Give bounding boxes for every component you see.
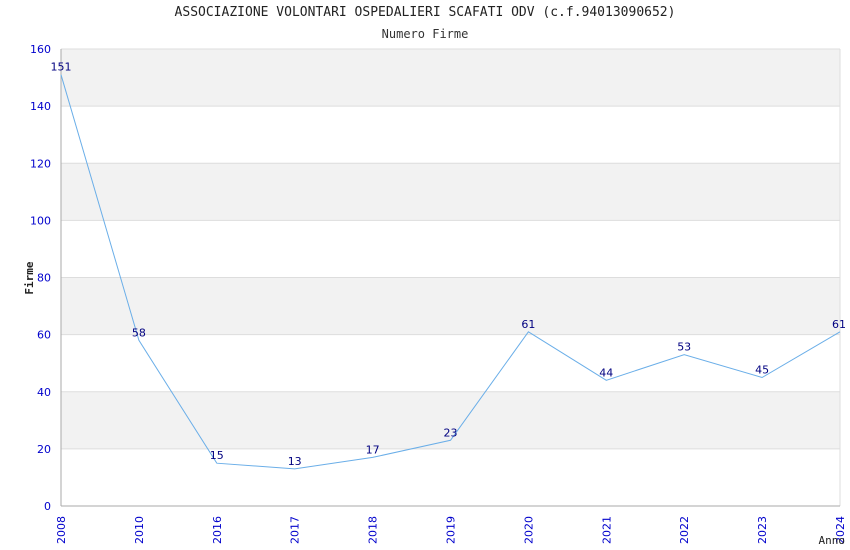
y-tick-label: 40 bbox=[37, 386, 51, 399]
y-axis-label: Firme bbox=[23, 261, 36, 294]
y-tick-label: 0 bbox=[44, 500, 51, 513]
x-tick-label: 2016 bbox=[211, 516, 224, 544]
data-label: 17 bbox=[366, 443, 380, 456]
x-tick-label: 2020 bbox=[522, 516, 535, 544]
x-axis-label: Anno bbox=[819, 534, 846, 547]
x-tick-labels: 2008 2010 2016 2017 2018 2019 2020 2021 2022 2023… bbox=[55, 516, 847, 544]
data-label: 151 bbox=[51, 61, 72, 74]
data-label: 53 bbox=[677, 341, 691, 354]
y-tick-label: 20 bbox=[37, 443, 51, 456]
y-tick-label: 140 bbox=[30, 100, 51, 113]
line-chart: 020406080100120140160 2008 2010 2016 2017 20… bbox=[23, 43, 847, 547]
background-bands bbox=[61, 49, 840, 449]
x-tick-label: 2022 bbox=[678, 516, 691, 544]
x-tick-label: 2019 bbox=[445, 516, 458, 544]
y-tick-label: 160 bbox=[30, 43, 51, 56]
grid-band bbox=[61, 163, 840, 221]
y-tick-label: 100 bbox=[30, 214, 51, 227]
data-label: 58 bbox=[132, 326, 146, 339]
x-tick-label: 2008 bbox=[55, 516, 68, 544]
grid-band bbox=[61, 277, 840, 335]
data-label: 23 bbox=[444, 426, 458, 439]
data-label: 61 bbox=[832, 318, 846, 331]
x-tick-label: 2018 bbox=[367, 516, 380, 544]
data-label: 44 bbox=[599, 366, 613, 379]
y-tick-label: 120 bbox=[30, 157, 51, 170]
x-tick-label: 2023 bbox=[756, 516, 769, 544]
y-tick-label: 60 bbox=[37, 329, 51, 342]
x-tick-label: 2010 bbox=[133, 516, 146, 544]
x-tick-label: 2021 bbox=[600, 516, 613, 544]
y-tick-label: 80 bbox=[37, 272, 51, 285]
data-label: 13 bbox=[288, 455, 302, 468]
data-label: 45 bbox=[755, 363, 769, 376]
data-label: 15 bbox=[210, 449, 224, 462]
data-label: 61 bbox=[521, 318, 535, 331]
grid-band bbox=[61, 49, 840, 107]
x-tick-label: 2017 bbox=[289, 516, 302, 544]
